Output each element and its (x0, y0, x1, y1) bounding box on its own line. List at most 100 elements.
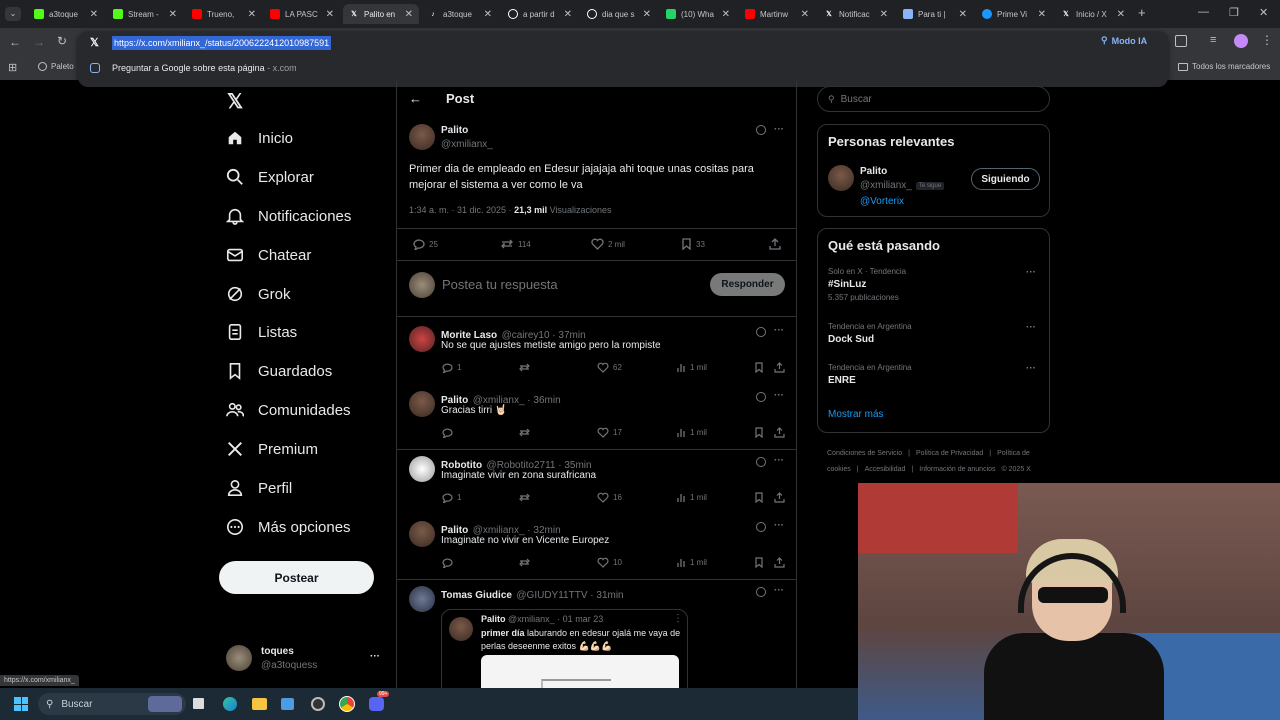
reply-more-icon[interactable]: ··· (774, 325, 784, 336)
reply-action[interactable] (441, 557, 457, 568)
bookmark-action[interactable] (754, 557, 768, 568)
tab-1[interactable]: a3toque ✕ (28, 4, 104, 24)
bookmark-action[interactable]: 33 (681, 238, 705, 250)
views-action[interactable]: 1 mil (676, 492, 707, 503)
reply-post[interactable]: Palito @xmilianx_ · 32min ··· Imaginate no… (397, 515, 796, 579)
footer-link[interactable]: Condiciones de Servicio (827, 450, 902, 457)
tab-close-icon[interactable]: ✕ (722, 9, 730, 20)
reply-avatar[interactable] (409, 456, 435, 482)
nav-item-home[interactable]: Inicio (226, 126, 293, 150)
quote-more-icon[interactable]: ⋮ (673, 613, 683, 624)
nav-item-bookmarks[interactable]: Guardados (226, 359, 332, 383)
app-icon[interactable] (281, 698, 294, 710)
tab-close-icon[interactable]: ✕ (1038, 9, 1046, 20)
tab-close-icon[interactable]: ✕ (880, 9, 888, 20)
reply-more-icon[interactable]: ··· (774, 520, 784, 531)
share-action[interactable] (774, 362, 789, 373)
trend-more-icon[interactable]: ··· (1026, 267, 1036, 278)
edge-icon[interactable] (223, 697, 237, 711)
reload-icon[interactable]: ↻ (57, 34, 67, 48)
explorer-icon[interactable] (252, 698, 267, 710)
tab-8[interactable]: dia que s ✕ (581, 4, 657, 24)
account-switcher[interactable]: toques @a3toquess ··· (226, 643, 386, 675)
repost-action[interactable] (518, 427, 535, 438)
profile-avatar[interactable] (1234, 34, 1248, 48)
tab-10[interactable]: Martinw ✕ (739, 4, 815, 24)
tab-14[interactable]: 𝕏 Inicio / X ✕ (1055, 4, 1131, 24)
tab-5[interactable]: 𝕏 Palito en ✕ (343, 4, 419, 24)
media-icon[interactable]: ≡ (1210, 34, 1216, 46)
nav-item-explore[interactable]: Explorar (226, 165, 314, 189)
footer-link[interactable]: Accesibilidad (865, 466, 906, 473)
reply-action[interactable] (441, 427, 457, 438)
extensions-icon[interactable] (1175, 35, 1187, 47)
views-action[interactable]: 1 mil (676, 427, 707, 438)
bookmark-action[interactable] (754, 427, 768, 438)
forward-icon[interactable]: → (33, 35, 45, 49)
tab-9[interactable]: (10) Wha ✕ (660, 4, 736, 24)
quoted-post[interactable]: Palito @xmilianx_ · 01 mar 23 ⋮ primer d… (441, 609, 688, 690)
share-action[interactable] (774, 557, 789, 568)
reply-avatar[interactable] (409, 391, 435, 417)
reply-more-icon[interactable]: ··· (774, 390, 784, 401)
apps-icon[interactable]: ⊞ (8, 61, 17, 74)
omnibox-dropdown[interactable]: 𝕏 https://x.com/xmilianx_/status/2006222… (78, 31, 1168, 87)
bookmark-action[interactable] (754, 492, 768, 503)
tab-close-icon[interactable]: ✕ (248, 9, 256, 20)
search-input[interactable]: ⚲ Buscar (817, 86, 1050, 112)
nav-item-premium[interactable]: Premium (226, 437, 318, 461)
all-bookmarks[interactable]: Todos los marcadores (1178, 62, 1270, 71)
omnibox-suggestion[interactable]: Preguntar a Google sobre esta página - x… (90, 63, 297, 73)
taskbar-search[interactable]: ⚲ Buscar (38, 693, 186, 715)
footer-link[interactable]: Política de Privacidad (916, 450, 983, 457)
share-action[interactable] (774, 492, 789, 503)
trend-item[interactable]: Solo en X · Tendencia #SinLuz 5.357 public… (828, 267, 1040, 302)
reply-author-handle[interactable]: @GIUDY11TTV · 31min (516, 590, 623, 601)
views-action[interactable]: 1 mil (676, 557, 707, 568)
grok-icon[interactable] (756, 125, 766, 135)
reply-avatar[interactable] (409, 326, 435, 352)
grok-icon[interactable] (756, 392, 766, 402)
tab-search-icon[interactable]: ⌄ (5, 7, 21, 21)
window-close-icon[interactable]: ✕ (1259, 6, 1268, 19)
nav-item-communities[interactable]: Comunidades (226, 398, 351, 422)
nav-item-more-options[interactable]: Más opciones (226, 515, 351, 539)
nav-item-notifications[interactable]: Notificaciones (226, 204, 351, 228)
tab-13[interactable]: Prime Vi ✕ (976, 4, 1052, 24)
grok-icon[interactable] (756, 587, 766, 597)
discord-icon[interactable] (369, 697, 384, 711)
like-action[interactable]: 10 (597, 557, 622, 568)
like-action[interactable]: 16 (597, 492, 622, 503)
nav-item-lists[interactable]: Listas (226, 320, 297, 344)
trend-item[interactable]: Tendencia en Argentina ENRE ··· (828, 363, 1040, 389)
tab-12[interactable]: Para ti | ✕ (897, 4, 973, 24)
reply-post[interactable]: Palito @xmilianx_ · 36min ··· Gracias tirr… (397, 385, 796, 449)
reply-action[interactable]: 1 (441, 492, 461, 503)
reply-more-icon[interactable]: ··· (774, 455, 784, 466)
share-action[interactable] (774, 427, 789, 438)
post-author-name[interactable]: Palito (441, 125, 468, 136)
reply-author-name[interactable]: Tomas Giudice (441, 590, 512, 601)
like-action[interactable]: 17 (597, 427, 622, 438)
tab-close-icon[interactable]: ✕ (564, 9, 572, 20)
like-action[interactable]: 62 (597, 362, 622, 373)
post-more-icon[interactable]: ··· (774, 124, 784, 135)
tab-close-icon[interactable]: ✕ (484, 9, 492, 20)
reply-avatar[interactable] (409, 586, 435, 612)
tab-6[interactable]: ♪ a3toque ✕ (422, 4, 498, 24)
reply-avatar[interactable] (409, 521, 435, 547)
tab-close-icon[interactable]: ✕ (90, 9, 98, 20)
tab-close-icon[interactable]: ✕ (169, 9, 177, 20)
tab-close-icon[interactable]: ✕ (405, 9, 413, 20)
grok-icon[interactable] (756, 457, 766, 467)
reply-post[interactable]: Robotito @Robotito2711 · 35min ··· Imagina… (397, 450, 796, 514)
repost-action[interactable] (518, 557, 535, 568)
tab-3[interactable]: Trueno, ✕ (186, 4, 262, 24)
grok-icon[interactable] (756, 522, 766, 532)
url-input[interactable]: https://x.com/xmilianx_/status/200622241… (112, 36, 332, 50)
post-author-handle[interactable]: @xmilianx_ (441, 139, 493, 150)
post-button[interactable]: Postear (219, 561, 374, 594)
trend-item[interactable]: Tendencia en Argentina Dock Sud ··· (828, 322, 1040, 348)
like-action[interactable]: 2 mil (591, 238, 625, 250)
tab-close-icon[interactable]: ✕ (801, 9, 809, 20)
